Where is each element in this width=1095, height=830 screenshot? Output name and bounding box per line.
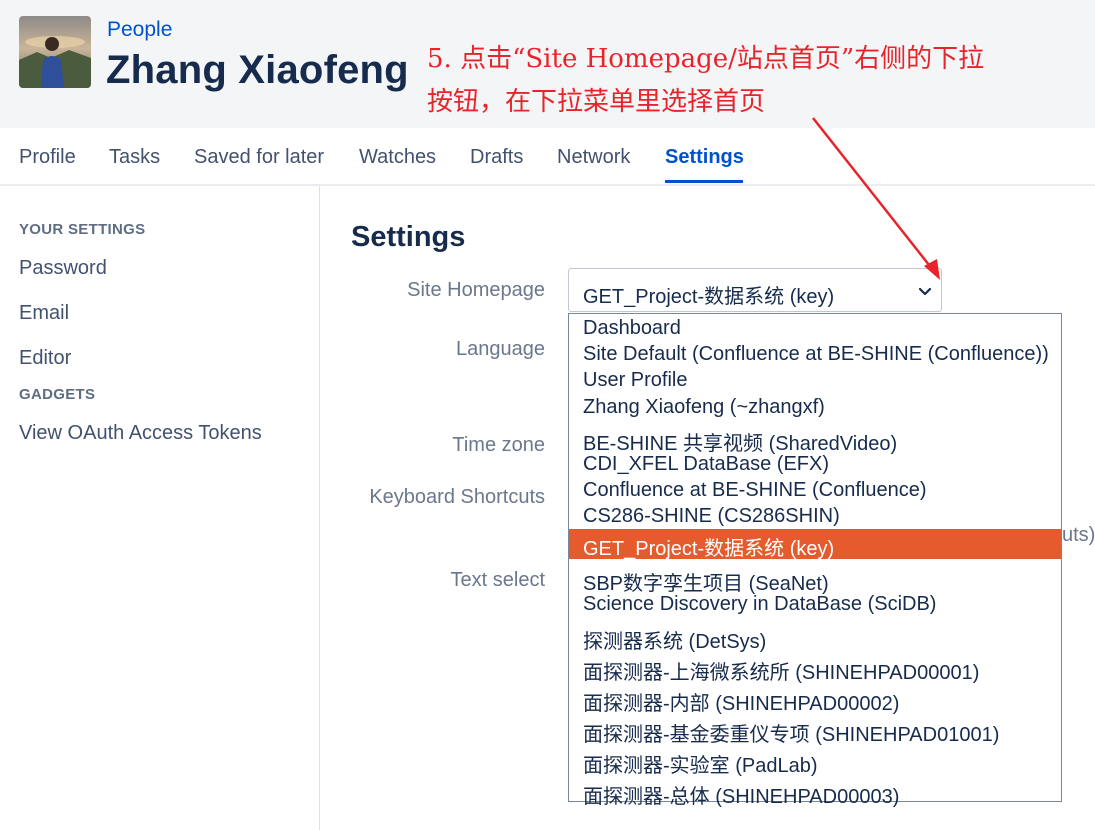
tab-watches[interactable]: Watches bbox=[359, 146, 436, 169]
annotation-line-1: 5. 点击“Site Homepage/站点首页”右侧的下拉 bbox=[427, 44, 985, 74]
text-select-label: Text select bbox=[450, 569, 545, 591]
option-shinehpad00001[interactable]: 面探测器-上海微系统所 (SHINEHPAD00001) bbox=[569, 653, 1061, 683]
site-homepage-select[interactable]: GET_Project-数据系统 (key) bbox=[568, 268, 942, 312]
breadcrumb-people[interactable]: People bbox=[107, 18, 172, 42]
tab-tasks[interactable]: Tasks bbox=[109, 146, 160, 169]
chevron-down-icon[interactable] bbox=[915, 281, 935, 301]
sidebar-divider bbox=[319, 186, 320, 830]
option-cs286shin[interactable]: CS286-SHINE (CS286SHIN) bbox=[569, 502, 1061, 532]
time-zone-label: Time zone bbox=[452, 434, 545, 456]
option-shinehpad00003[interactable]: 面探测器-总体 (SHINEHPAD00003) bbox=[569, 777, 1061, 807]
sidebar-item-editor[interactable]: Editor bbox=[19, 347, 71, 370]
option-personal-space[interactable]: Zhang Xiaofeng (~zhangxf) bbox=[569, 393, 1061, 423]
profile-tabs: Profile Tasks Saved for later Watches Dr… bbox=[0, 128, 1095, 186]
avatar[interactable] bbox=[19, 16, 91, 88]
tab-profile[interactable]: Profile bbox=[19, 146, 76, 169]
annotation-line-2: 按钮，在下拉菜单里选择首页 bbox=[427, 87, 766, 117]
site-homepage-dropdown-list[interactable]: Dashboard Site Default (Confluence at BE… bbox=[568, 313, 1062, 807]
option-shinehpad01001[interactable]: 面探测器-基金委重仪专项 (SHINEHPAD01001) bbox=[569, 715, 1061, 745]
active-tab-indicator bbox=[665, 180, 743, 183]
tab-network[interactable]: Network bbox=[557, 146, 630, 169]
keyboard-shortcuts-clipped-text: uts) bbox=[1062, 524, 1095, 546]
option-key-selected[interactable]: GET_Project-数据系统 (key) bbox=[569, 529, 1061, 559]
settings-title: Settings bbox=[351, 221, 466, 253]
tab-drafts[interactable]: Drafts bbox=[470, 146, 523, 169]
option-padlab[interactable]: 面探测器-实验室 (PadLab) bbox=[569, 746, 1061, 776]
gadgets-heading: GADGETS bbox=[19, 386, 96, 403]
page-title: Zhang Xiaofeng bbox=[106, 48, 409, 92]
site-homepage-label: Site Homepage bbox=[407, 279, 545, 301]
sidebar-item-password[interactable]: Password bbox=[19, 257, 107, 280]
option-shinehpad00002[interactable]: 面探测器-内部 (SHINEHPAD00002) bbox=[569, 684, 1061, 714]
keyboard-shortcuts-label: Keyboard Shortcuts bbox=[369, 486, 545, 508]
your-settings-heading: YOUR SETTINGS bbox=[19, 221, 146, 238]
language-label: Language bbox=[456, 338, 545, 360]
tab-saved-for-later[interactable]: Saved for later bbox=[194, 146, 324, 169]
sidebar-item-oauth-tokens[interactable]: View OAuth Access Tokens bbox=[19, 422, 262, 445]
option-scidb[interactable]: Science Discovery in DataBase (SciDB) bbox=[569, 590, 1061, 620]
option-detsys[interactable]: 探测器系统 (DetSys) bbox=[569, 622, 1061, 652]
tab-settings[interactable]: Settings bbox=[665, 146, 744, 169]
instruction-annotation: 5. 点击“Site Homepage/站点首页”右侧的下拉 按钮，在下拉菜单里… bbox=[427, 38, 1087, 124]
site-homepage-select-value: GET_Project-数据系统 (key) bbox=[583, 286, 835, 308]
sidebar-item-email[interactable]: Email bbox=[19, 302, 69, 325]
option-user-profile[interactable]: User Profile bbox=[569, 366, 1061, 396]
